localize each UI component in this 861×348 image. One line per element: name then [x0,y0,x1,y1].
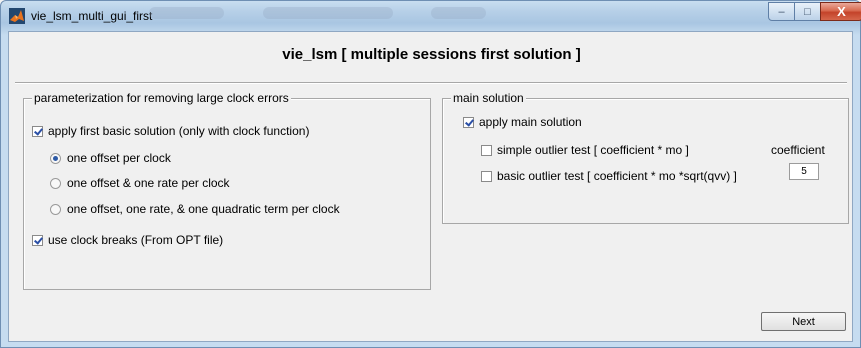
radio-label: one offset per clock [67,151,171,165]
basic-solution-checkbox[interactable] [32,125,43,137]
minimize-button[interactable]: – [768,2,795,21]
radio-offset-per-clock[interactable]: one offset per clock [50,151,171,165]
clock-breaks-checkbox-row[interactable]: use clock breaks (From OPT file) [32,233,223,247]
main-solution-panel: main solution apply main solution simple… [442,91,849,224]
close-button[interactable]: X [820,2,861,21]
coefficient-label: coefficient [771,143,825,157]
title-bar[interactable]: vie_lsm_multi_gui_first – □ X [1,1,861,31]
apply-main-checkbox[interactable] [463,116,474,128]
simple-outlier-checkbox-row[interactable]: simple outlier test [ coefficient * mo ] [481,143,689,157]
client-area: vie_lsm [ multiple sessions first soluti… [8,31,853,342]
checkbox-label: basic outlier test [ coefficient * mo *s… [497,169,737,183]
close-icon: X [837,4,846,19]
title-blur-decoration [431,7,486,19]
basic-outlier-checkbox[interactable] [481,170,492,182]
page-title: vie_lsm [ multiple sessions first soluti… [282,46,581,63]
coefficient-input[interactable]: 5 [789,163,819,180]
radio-button[interactable] [50,177,61,189]
basic-outlier-checkbox-row[interactable]: basic outlier test [ coefficient * mo *s… [481,169,737,183]
checkbox-label: apply first basic solution (only with cl… [48,124,310,138]
checkbox-label: use clock breaks (From OPT file) [48,233,224,247]
checkbox-label: apply main solution [479,115,582,129]
app-window: vie_lsm_multi_gui_first – □ X vie_lsm [ … [0,0,861,348]
radio-button[interactable] [50,203,61,215]
title-blur-decoration [149,7,224,19]
radio-label: one offset, one rate, & one quadratic te… [67,202,340,216]
checkbox-label: simple outlier test [ coefficient * mo ] [497,143,689,157]
basic-solution-checkbox-row[interactable]: apply first basic solution (only with cl… [32,124,309,138]
maximize-button[interactable]: □ [794,2,821,21]
apply-main-checkbox-row[interactable]: apply main solution [463,115,582,129]
radio-offset-rate-per-clock[interactable]: one offset & one rate per clock [50,176,230,190]
window-title: vie_lsm_multi_gui_first [31,9,153,23]
radio-label: one offset & one rate per clock [67,176,230,190]
clock-breaks-checkbox[interactable] [32,234,43,246]
radio-offset-rate-quadratic[interactable]: one offset, one rate, & one quadratic te… [50,202,340,216]
panel-title: main solution [451,91,526,105]
title-blur-decoration [263,7,393,19]
radio-button[interactable] [50,152,61,164]
separator [15,82,847,84]
panel-title: parameterization for removing large cloc… [32,91,291,105]
simple-outlier-checkbox[interactable] [481,144,492,156]
matlab-icon [9,8,25,24]
next-button[interactable]: Next [761,312,846,331]
clock-parameterization-panel: parameterization for removing large cloc… [23,91,431,290]
maximize-icon: □ [804,5,811,18]
minimize-icon: – [778,5,785,18]
